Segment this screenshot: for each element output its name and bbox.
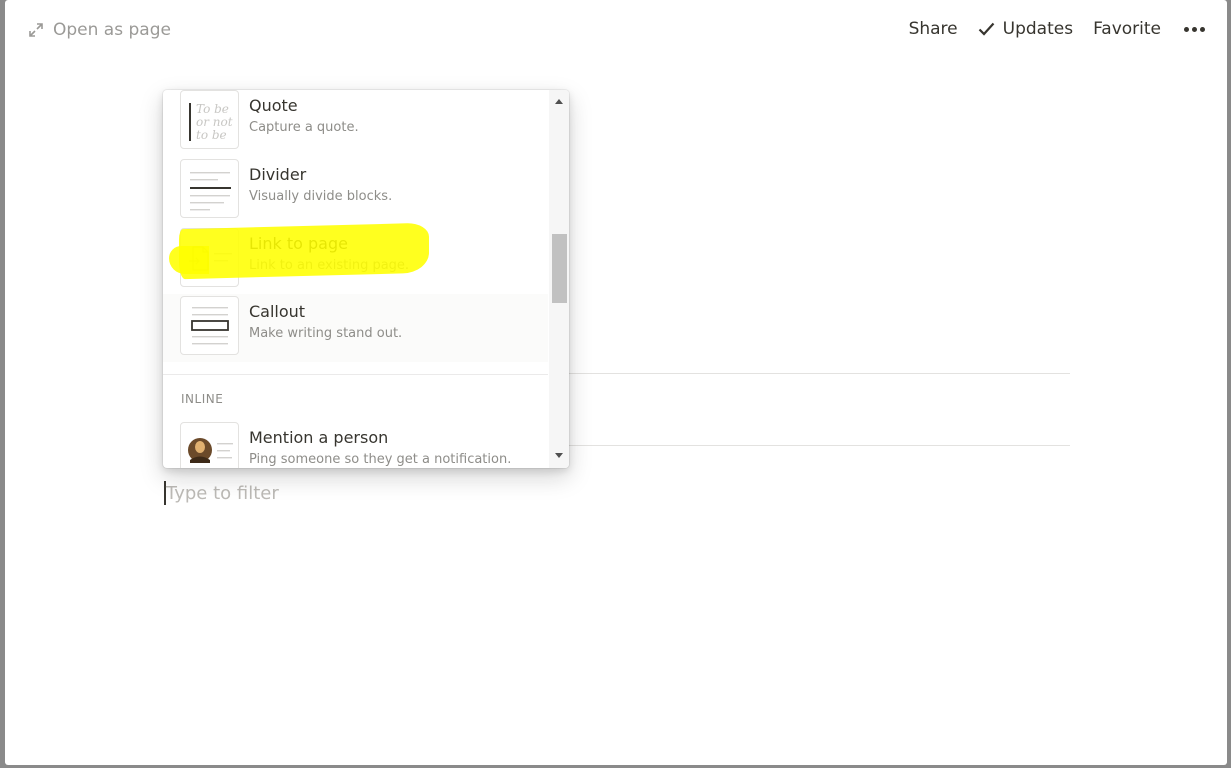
menu-item-description: Make writing stand out. bbox=[249, 326, 403, 341]
updates-label: Updates bbox=[1002, 19, 1074, 39]
quote-thumbnail: To be or not to be bbox=[180, 90, 239, 149]
top-actions: Share Updates Favorite bbox=[889, 19, 1205, 39]
favorite-label: Favorite bbox=[1093, 19, 1161, 39]
divider-thumbnail bbox=[180, 159, 239, 218]
top-bar: Open as page Share Updates Favorite bbox=[5, 0, 1227, 64]
menu-item-callout[interactable]: Callout Make writing stand out. bbox=[163, 294, 548, 362]
mention-person-thumbnail bbox=[180, 422, 239, 468]
page-window: Open as page Share Updates Favorite Type… bbox=[5, 0, 1227, 765]
link-to-page-thumbnail bbox=[180, 228, 239, 287]
section-title-inline: INLINE bbox=[181, 392, 224, 406]
menu-item-description: Visually divide blocks. bbox=[249, 189, 393, 204]
callout-thumbnail bbox=[180, 296, 239, 355]
menu-item-label: Link to page bbox=[249, 234, 348, 253]
menu-item-quote[interactable]: To be or not to be Quote Capture a quote… bbox=[163, 90, 548, 156]
divider-line bbox=[565, 445, 1070, 446]
favorite-button[interactable]: Favorite bbox=[1093, 19, 1161, 39]
menu-item-description: Ping someone so they get a notification. bbox=[249, 452, 512, 467]
menu-item-link-to-page[interactable]: Link to page Link to an existing page. bbox=[163, 226, 548, 294]
quote-thumb-line-1: To be bbox=[196, 102, 229, 116]
menu-item-label: Callout bbox=[249, 302, 306, 321]
menu-item-label: Quote bbox=[249, 96, 298, 115]
section-divider bbox=[163, 374, 548, 375]
menu-item-divider[interactable]: Divider Visually divide blocks. bbox=[163, 157, 548, 225]
menu-item-label: Divider bbox=[249, 165, 307, 184]
menu-item-description: Link to an existing page. bbox=[249, 258, 410, 273]
scroll-up-arrow-icon[interactable] bbox=[549, 94, 569, 110]
open-as-page-button[interactable]: Open as page bbox=[29, 20, 171, 40]
block-menu-list: To be or not to be Quote Capture a quote… bbox=[163, 90, 548, 468]
more-options-icon[interactable] bbox=[1181, 26, 1205, 32]
scrollbar-thumb[interactable] bbox=[552, 234, 567, 303]
share-label: Share bbox=[908, 19, 958, 39]
checkmark-icon bbox=[978, 22, 994, 36]
block-menu: To be or not to be Quote Capture a quote… bbox=[163, 90, 569, 468]
menu-item-description: Capture a quote. bbox=[249, 120, 359, 135]
scroll-down-arrow-icon[interactable] bbox=[549, 448, 569, 464]
filter-placeholder: Type to filter bbox=[166, 482, 279, 504]
updates-button[interactable]: Updates bbox=[978, 19, 1073, 39]
menu-item-mention-person[interactable]: Mention a person Ping someone so they ge… bbox=[163, 420, 548, 468]
expand-icon bbox=[29, 23, 43, 37]
open-as-page-label: Open as page bbox=[53, 20, 171, 40]
quote-thumb-line-2: or not bbox=[196, 115, 233, 129]
filter-input[interactable]: Type to filter bbox=[164, 480, 279, 506]
menu-scrollbar[interactable] bbox=[549, 90, 569, 468]
share-button[interactable]: Share bbox=[909, 19, 958, 39]
quote-thumb-line-3: to be bbox=[196, 128, 227, 142]
divider-line bbox=[565, 373, 1070, 374]
menu-item-label: Mention a person bbox=[249, 428, 389, 447]
